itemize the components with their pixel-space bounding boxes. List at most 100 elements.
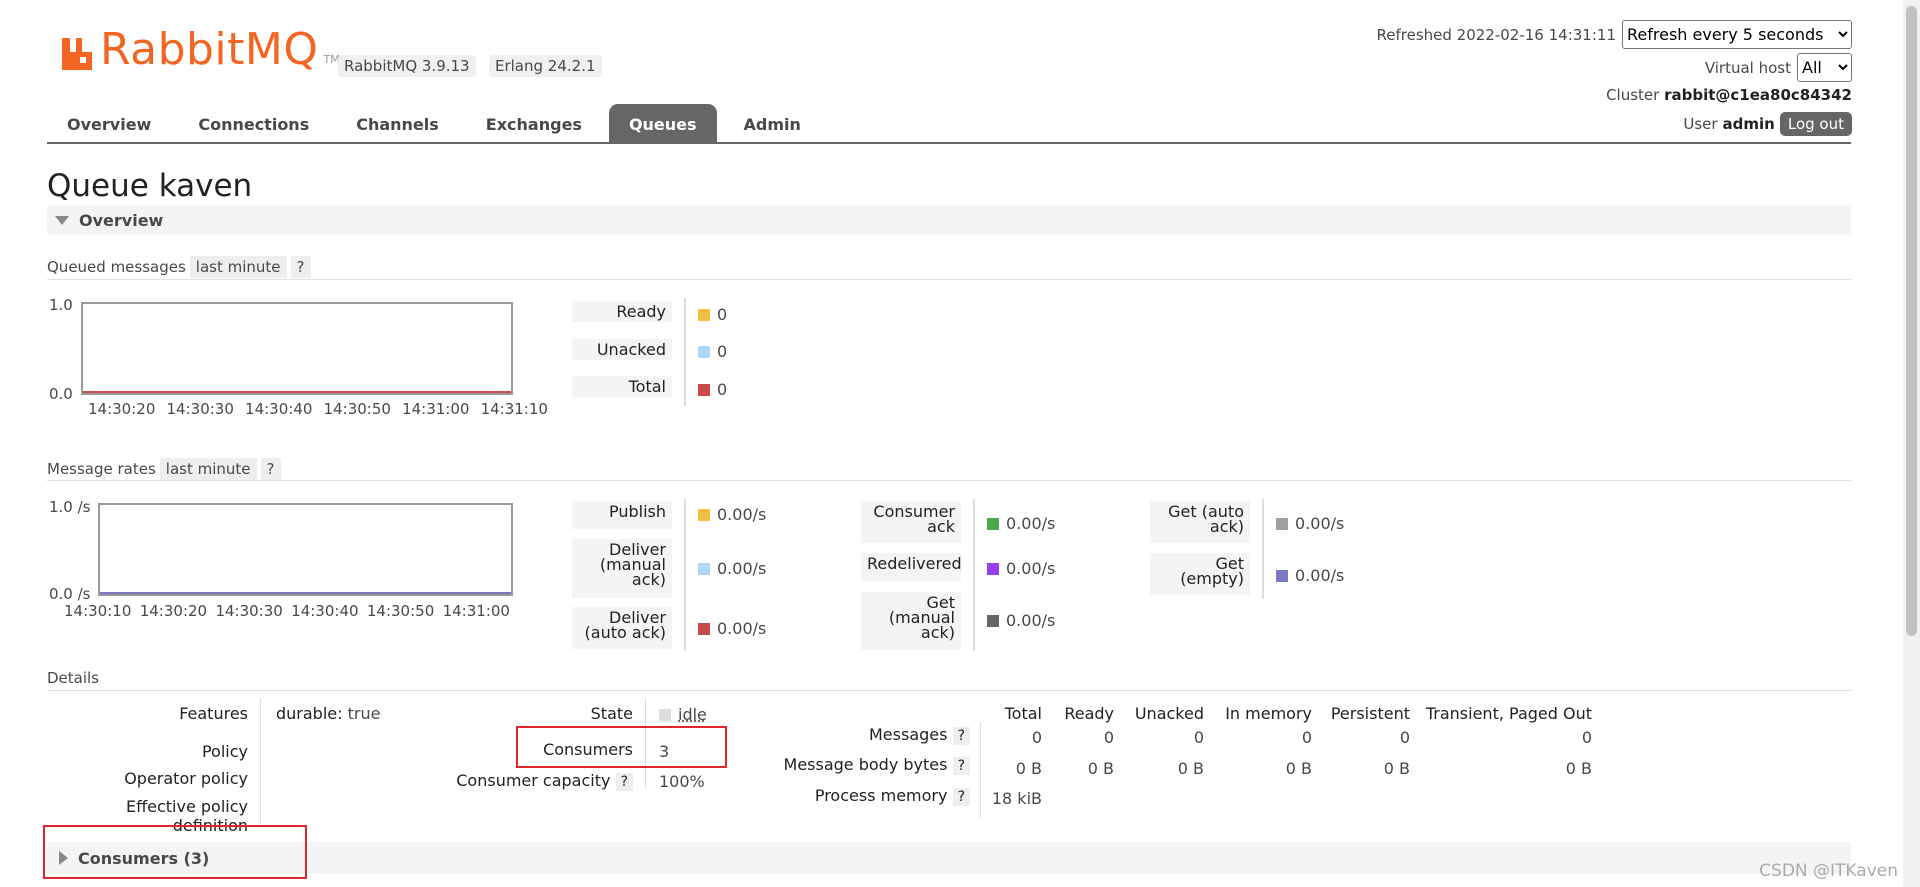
idle-swatch [659,708,671,721]
table-cell: 0 [1031,728,1042,747]
body-bytes-help-button[interactable]: ? [952,757,970,775]
queued-y-bottom: 0.0 [49,385,73,403]
table-cell: 0 B [1383,759,1410,778]
x-tick: 14:30:30 [166,400,234,418]
table-cell: 0 B [1565,759,1592,778]
x-tick: 14:30:30 [215,602,283,620]
watermark: CSDN @ITKaven [1759,861,1898,881]
rates-divider [1262,499,1264,599]
erlang-badge: Erlang 24.2.1 [489,55,602,77]
version-badge: RabbitMQ 3.9.13 [338,55,476,77]
overview-section-toggle[interactable]: Overview [47,205,1851,235]
table-cell: 0 [1103,728,1114,747]
table-cell: 0 B [1087,759,1114,778]
tab-exchanges[interactable]: Exchanges [466,104,602,143]
get-manual-ack-rate: 0.00/s [987,611,1055,630]
get-auto-swatch [1276,517,1288,530]
main-nav: Overview Connections Channels Exchanges … [47,104,828,143]
col-transient-paged-out: Transient, Paged Out [1425,704,1592,723]
process-memory-help-button[interactable]: ? [952,788,970,806]
stats-divider [684,298,686,406]
rates-x-axis: 14:30:10 14:30:20 14:30:30 14:30:40 14:3… [64,602,510,620]
x-tick: 14:30:40 [291,602,359,620]
state-value: idle [659,705,707,724]
deliver-auto-ack-rate: 0.00/s [698,619,766,638]
message-rates-label: Message rates [47,460,156,478]
scrollbar-thumb[interactable] [1906,6,1917,636]
x-tick: 14:30:20 [139,602,208,620]
queued-y-top: 1.0 [49,296,73,314]
col-ready: Ready [1064,704,1114,723]
consumer-ack-label: Consumer ack [861,501,961,543]
queued-messages-chart [81,302,513,395]
consumer-capacity-value: 100% [659,772,705,791]
rabbitmq-logo[interactable]: RabbitMQ TM [60,28,340,72]
cluster-label: Cluster [1606,86,1660,104]
unacked-value: 0 [698,342,727,361]
x-tick: 14:31:10 [480,400,548,418]
rates-y-top: 1.0 /s [49,498,91,516]
redelivered-rate: 0.00/s [987,559,1055,578]
vhost-select[interactable]: All [1797,53,1852,82]
x-tick: 14:30:20 [88,400,156,418]
tab-channels[interactable]: Channels [336,104,459,143]
rates-divider [973,499,975,651]
x-tick: 14:30:10 [64,602,132,620]
get-auto-ack-rate: 0.00/s [1276,514,1344,533]
deliver-manual-ack-label: Deliver (manual ack) [572,539,672,598]
rates-y-bottom: 0.0 /s [49,585,91,603]
tab-queues[interactable]: Queues [608,104,717,143]
divider [47,279,1851,280]
queued-help-button[interactable]: ? [290,256,311,278]
logout-button[interactable]: Log out [1779,112,1852,136]
rabbit-logo-icon [60,36,94,72]
messages-help-button[interactable]: ? [952,727,970,745]
tab-admin[interactable]: Admin [724,104,821,143]
publish-label: Publish [572,501,672,529]
rates-help-button[interactable]: ? [260,458,281,480]
tab-overview[interactable]: Overview [47,104,171,143]
queued-messages-label: Queued messages [47,258,186,276]
get-auto-ack-label: Get (auto ack) [1150,501,1250,543]
collapse-triangle-icon [55,215,69,225]
deliver-manual-ack-rate: 0.00/s [698,559,766,578]
unacked-label: Unacked [572,339,672,360]
consumer-ack-rate: 0.00/s [987,514,1055,533]
total-value: 0 [698,380,727,399]
refresh-interval-select[interactable]: Refresh every 5 seconds [1622,20,1852,49]
table-cell: 0 [1581,728,1592,747]
user-label: User [1683,115,1718,133]
get-manual-swatch [987,614,999,627]
col-total: Total [1004,704,1042,723]
publish-swatch [698,508,710,521]
user-name: admin [1722,115,1775,133]
tab-connections[interactable]: Connections [178,104,329,143]
details-label: Details [47,669,100,687]
table-cell: 0 B [1015,759,1042,778]
details-divider [260,698,261,823]
get-empty-series-line [100,592,511,594]
table-divider [980,722,981,818]
table-cell: 0 [1193,728,1204,747]
queued-range-selector[interactable]: last minute [189,256,287,278]
table-cell: 18 kiB [991,789,1042,808]
redelivered-swatch [987,562,999,575]
capacity-help-button[interactable]: ? [615,773,633,791]
message-rates-chart [98,503,513,596]
highlight-consumers-section-box [43,825,307,879]
x-tick: 14:31:00 [402,400,470,418]
overview-section-title: Overview [79,210,164,230]
brand-name: RabbitMQ [100,24,319,75]
col-in-memory: In memory [1225,704,1312,723]
ready-label: Ready [572,301,672,322]
table-cell: 0 B [1285,759,1312,778]
get-empty-rate: 0.00/s [1276,566,1344,585]
x-tick: 14:30:50 [323,400,391,418]
deliver-manual-swatch [698,562,710,575]
ready-value: 0 [698,305,727,324]
highlight-consumers-box [516,726,727,768]
table-cell: 0 [1301,728,1312,747]
consumers-section-toggle[interactable]: Consumers (3) [47,842,1851,874]
rates-range-selector[interactable]: last minute [159,458,257,480]
consumer-capacity-label: Consumer capacity ? [440,771,633,791]
